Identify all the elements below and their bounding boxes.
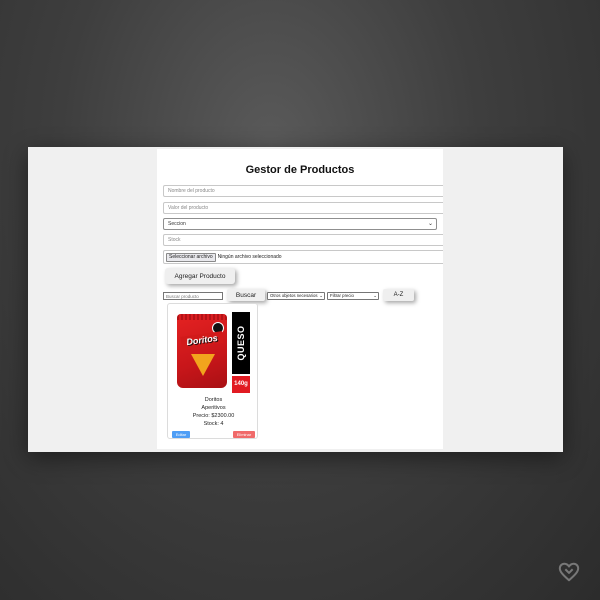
product-section: Aperitivos bbox=[201, 405, 226, 411]
category-filter-value: Otros objetos necesarios bbox=[270, 293, 318, 298]
heart-icon bbox=[558, 562, 580, 582]
chevron-down-icon: ⌄ bbox=[427, 221, 433, 227]
chips-bag-image: Doritos bbox=[177, 314, 227, 388]
file-status-text: Ningún archivo seleccionado bbox=[217, 254, 282, 260]
stock-input[interactable] bbox=[163, 234, 443, 246]
product-image: Doritos QUESO 140g bbox=[174, 308, 254, 394]
chevron-down-icon: ⌄ bbox=[319, 293, 323, 298]
price-filter-select[interactable]: Filtrar precio ⌄ bbox=[327, 292, 379, 300]
section-select[interactable]: Seccion ⌄ bbox=[163, 218, 437, 230]
chevron-down-icon: ⌄ bbox=[373, 293, 377, 298]
add-product-button[interactable]: Agregar Producto bbox=[165, 268, 235, 284]
price-filter-value: Filtrar precio bbox=[330, 293, 354, 298]
product-name-input[interactable] bbox=[163, 185, 443, 197]
product-stock: Stock: 4 bbox=[203, 421, 224, 427]
product-price: Precio: $2300.00 bbox=[192, 413, 235, 419]
weight-tag: 140g bbox=[232, 376, 250, 393]
search-input[interactable] bbox=[163, 292, 223, 300]
delete-product-button[interactable]: Eliminar bbox=[233, 431, 255, 438]
edit-product-button[interactable]: Editar bbox=[172, 431, 190, 438]
category-filter-select[interactable]: Otros objetos necesarios ⌄ bbox=[267, 292, 325, 300]
section-select-value: Seccion bbox=[168, 221, 186, 227]
flavor-label: QUESO bbox=[232, 312, 250, 374]
product-manager-panel: Gestor de Productos Seccion ⌄ Selecciona… bbox=[157, 149, 443, 449]
app-window: Gestor de Productos Seccion ⌄ Selecciona… bbox=[28, 147, 563, 452]
flavor-label-text: QUESO bbox=[236, 325, 246, 361]
brand-logo: Doritos bbox=[180, 331, 224, 349]
page-title: Gestor de Productos bbox=[245, 164, 355, 176]
sort-az-button[interactable]: A-Z bbox=[383, 289, 414, 301]
product-name: Doritos bbox=[204, 397, 223, 403]
chip-graphic bbox=[191, 354, 215, 376]
product-value-input[interactable] bbox=[163, 202, 443, 214]
search-button[interactable]: Buscar bbox=[227, 289, 265, 301]
file-upload-field: Seleccionar archivo Ningún archivo selecc… bbox=[163, 250, 443, 264]
product-card: Doritos QUESO 140g Doritos Aperitivos Pr… bbox=[167, 303, 258, 439]
choose-file-button[interactable]: Seleccionar archivo bbox=[166, 253, 216, 262]
